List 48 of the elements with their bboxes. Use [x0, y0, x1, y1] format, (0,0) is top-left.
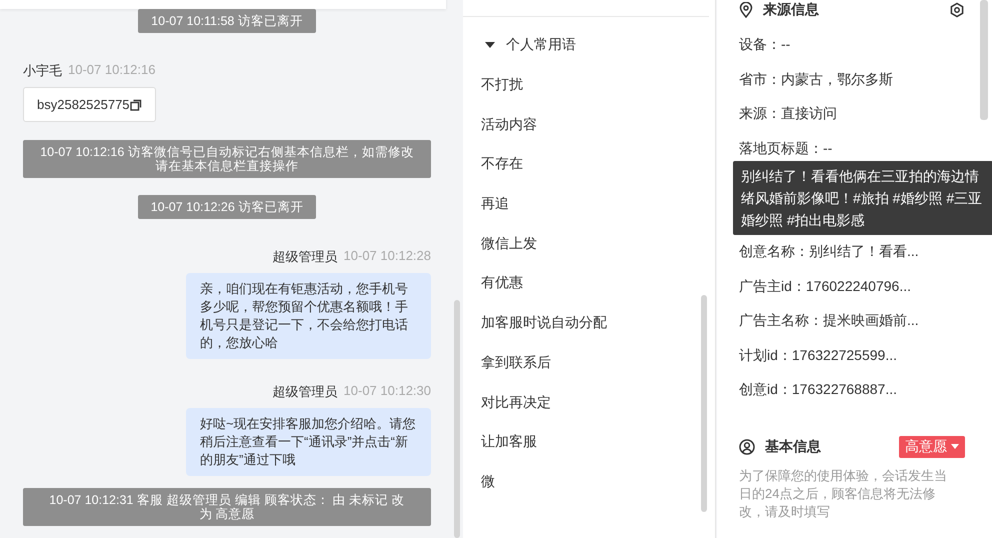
sender-name: 超级管理员 [272, 248, 338, 266]
info-row-text: 广告主名称：提米映画婚前... [739, 311, 920, 330]
phrase-item[interactable]: 让加客服 [481, 422, 697, 462]
phrase-item[interactable]: 加客服时说自动分配 [481, 303, 697, 343]
sender-name: 小宇毛 [23, 62, 62, 80]
info-row-text: 广告主id：176022240796... [739, 276, 912, 296]
settings-icon[interactable] [949, 2, 965, 18]
hint-text: 为了保障您的使用体验，会话发生当日的24点之后，顾客信息将无法修改，请及时填写 [739, 466, 948, 520]
message-bubble: 亲，咱们现在有钜惠活动，您手机号多少呢，帮您预留个优惠名额哦！手机号只是登记一下，不会给您打电话的，您放心哈 [186, 273, 431, 359]
phrase-item[interactable]: 活动内容 [481, 104, 697, 144]
scrollbar[interactable] [701, 295, 707, 512]
phrase-item[interactable]: 微信上发 [481, 224, 697, 264]
message-time: 10-07 10:12:16 [68, 62, 156, 79]
system-notice: 10-07 10:12:26 访客已离开 [138, 195, 316, 219]
system-notice: 10-07 10:12:16 访客微信号已自动标记右侧基本信息栏，如需修改请在基本信息栏直接操作 [23, 140, 431, 178]
info-row-text: 创意id：176322768887... [739, 380, 898, 399]
info-row-text: 落地页标题：-- [739, 138, 834, 158]
tooltip: 别纠结了！看看他俩在三亚拍的海边情绪风婚前影像吧！#旅拍 #婚纱照 #三亚婚纱照 #拍出电影感 [733, 161, 992, 235]
message-bubble: 好哒~现在安排客服加您介绍哈。请您稍后注意查看一下“通讯录”并点击“新的朋友”通过下哦 [186, 408, 431, 476]
info-row-text: 创意名称：别纠结了！看看... [739, 242, 920, 261]
message-time: 10-07 10:12:28 [344, 248, 431, 265]
section-title: 来源信息 [763, 1, 819, 19]
phrase-item[interactable]: 拿到联系后 [481, 342, 697, 382]
system-notice: 10-07 10:11:58 访客已离开 [138, 9, 316, 33]
phrase-item[interactable]: 再追 [481, 184, 697, 224]
sender-name: 超级管理员 [272, 383, 338, 401]
scrollbar[interactable] [454, 300, 460, 538]
scrollbar[interactable] [980, 0, 988, 120]
user-icon [739, 438, 755, 454]
message-time: 10-07 10:12:30 [344, 383, 431, 400]
caret-icon[interactable] [485, 42, 495, 48]
copy-icon[interactable] [130, 98, 142, 110]
phrase-group-title[interactable]: 个人常用语 [506, 36, 576, 54]
phrase-item[interactable]: 微 [481, 462, 697, 502]
info-row-text: 计划id：176322725599... [739, 346, 898, 364]
phrase-item[interactable]: 有优惠 [481, 263, 697, 304]
status-dropdown[interactable]: 高意愿 [899, 436, 965, 458]
caret-icon [951, 444, 959, 449]
location-pin-icon [739, 2, 753, 18]
wechat-id: bsy2582525775 [37, 97, 130, 112]
section-title: 基本信息 [765, 438, 821, 456]
system-notice: 10-07 10:12:31 客服 超级管理员 编辑 顾客状态： 由 未标记 改为 高意愿 [23, 488, 431, 526]
info-row-text: 设备：-- [739, 35, 792, 54]
phrase-item[interactable]: 不打扰 [481, 65, 697, 105]
info-row-text: 省市：内蒙古，鄂尔多斯 [739, 70, 894, 88]
phrase-item[interactable]: 对比再决定 [481, 382, 697, 422]
phrase-item[interactable]: 不存在 [481, 144, 697, 184]
info-row-text: 来源：直接访问 [739, 104, 838, 123]
